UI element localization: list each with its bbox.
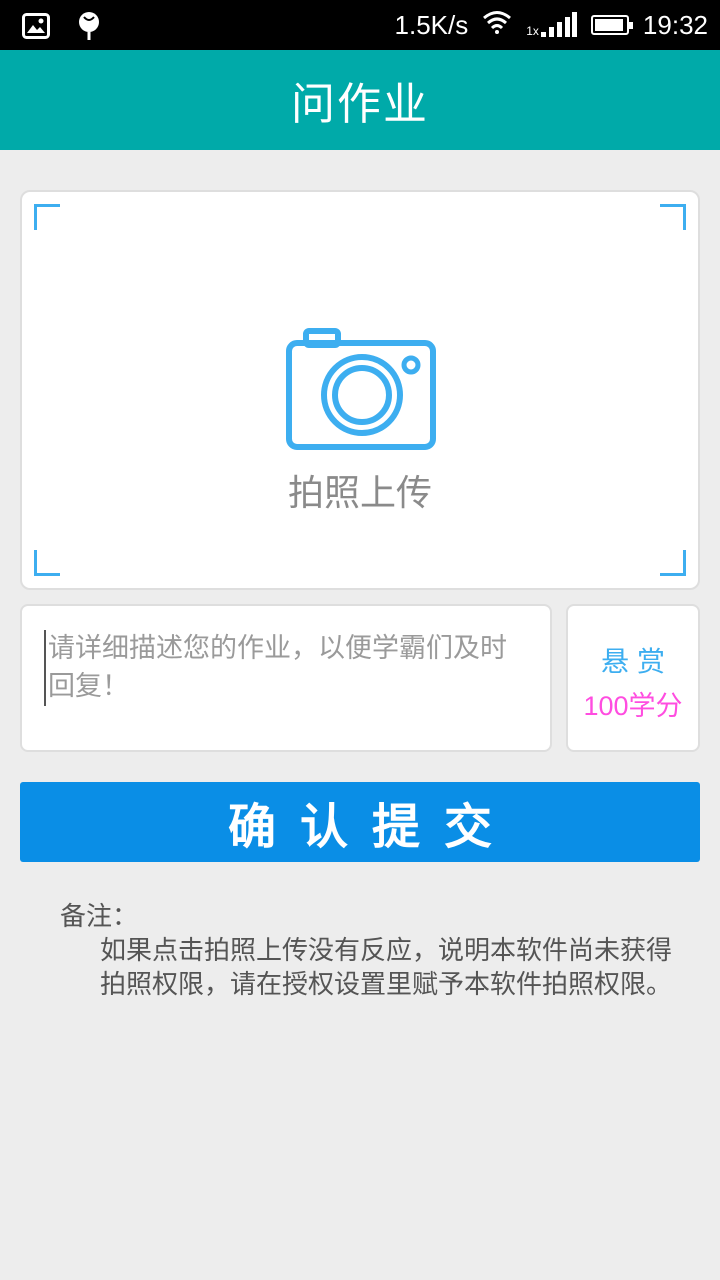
reward-label: 悬赏 [600, 645, 673, 678]
frame-corner-top-left [34, 204, 60, 230]
note-title: 备注： [60, 902, 139, 932]
camera-icon[interactable] [286, 328, 436, 456]
balloon-notification-icon [76, 11, 102, 45]
note-body: 如果点击拍照上传没有反应，说明本软件尚未获得拍照权限，请在授权设置里赋予本软件拍… [100, 936, 673, 1000]
reward-value: 100学分 [583, 691, 683, 721]
gallery-notification-icon [22, 13, 50, 43]
clock: 19:32 [642, 9, 708, 40]
battery-icon [590, 15, 633, 35]
description-placeholder: 请详细描述您的作业，以便学霸们及时回复！ [44, 630, 528, 706]
frame-corner-bottom-left [34, 550, 60, 576]
frame-corner-top-right [660, 204, 686, 230]
status-bar: 1.5K/s 1x 19:32 [0, 0, 720, 50]
wifi-icon [482, 10, 512, 41]
photo-upload-area[interactable]: 拍照上传 [20, 190, 700, 590]
reward-selector[interactable]: 悬赏 100学分 [566, 604, 700, 752]
title-bar: 问作业 [0, 50, 720, 150]
homework-description-input[interactable]: 请详细描述您的作业，以便学霸们及时回复！ [20, 604, 552, 752]
submit-button[interactable]: 确认提交 [20, 782, 700, 862]
signal-label: 1x [526, 24, 539, 38]
photo-upload-label: 拍照上传 [287, 473, 432, 514]
page-title: 问作业 [291, 79, 429, 130]
cell-signal-icon: 1x [526, 12, 577, 38]
network-speed: 1.5K/s [394, 9, 469, 40]
frame-corner-bottom-right [660, 550, 686, 576]
